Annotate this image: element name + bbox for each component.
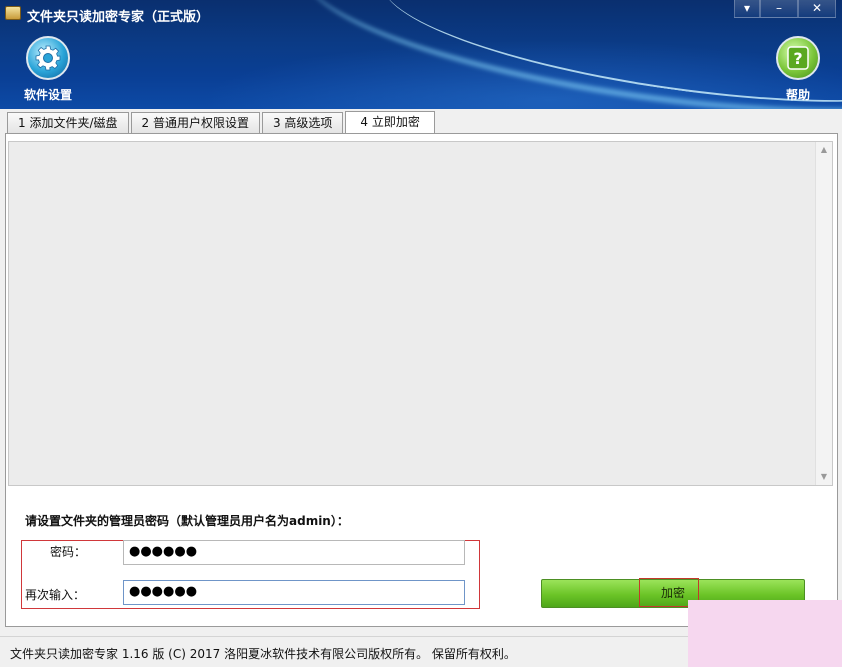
settings-button[interactable]: 软件设置: [22, 36, 74, 103]
tab-encrypt-now[interactable]: 4 立即加密: [345, 111, 435, 134]
tab-add-folder[interactable]: 1 添加文件夹/磁盘: [7, 112, 129, 134]
tab-bar: 1 添加文件夹/磁盘 2 普通用户权限设置 3 高级选项 4 立即加密: [7, 111, 437, 134]
minimize-button[interactable]: –: [760, 0, 798, 18]
scroll-up-icon[interactable]: ▲: [816, 142, 832, 158]
vertical-scrollbar[interactable]: ▲ ▼: [815, 142, 832, 485]
gear-icon: [26, 36, 70, 80]
window-title: 文件夹只读加密专家（正式版）: [27, 10, 210, 25]
svg-text:?: ?: [793, 49, 802, 68]
window-controls: ▾ – ✕: [734, 0, 836, 18]
title-banner: 文件夹只读加密专家（正式版） ▾ – ✕ 软件设置 ? 帮助: [0, 0, 842, 109]
password-field[interactable]: ●●●●●●: [123, 540, 465, 565]
password-prompt: 请设置文件夹的管理员密码（默认管理员用户名为admin）：: [25, 514, 349, 528]
help-icon: ?: [776, 36, 820, 80]
menu-dropdown-button[interactable]: ▾: [734, 0, 760, 18]
tab-advanced-options[interactable]: 3 高级选项: [261, 112, 344, 134]
repeat-password-field[interactable]: ●●●●●●: [123, 580, 465, 605]
close-button[interactable]: ✕: [798, 0, 836, 18]
scroll-down-icon[interactable]: ▼: [816, 469, 832, 485]
folder-list-area[interactable]: ▲ ▼: [8, 141, 833, 486]
help-button[interactable]: ? 帮助: [772, 36, 824, 103]
settings-label: 软件设置: [23, 88, 72, 102]
repeat-password-label: 再次输入：: [25, 588, 86, 602]
app-icon: [5, 6, 21, 20]
password-label: 密码：: [50, 545, 87, 559]
help-label: 帮助: [785, 88, 810, 102]
watermark-overlay: [688, 600, 842, 667]
tab-user-permissions[interactable]: 2 普通用户权限设置: [130, 112, 260, 134]
copyright-text: 文件夹只读加密专家 1.16 版 (C) 2017 洛阳夏冰软件技术有限公司版权…: [10, 647, 516, 661]
